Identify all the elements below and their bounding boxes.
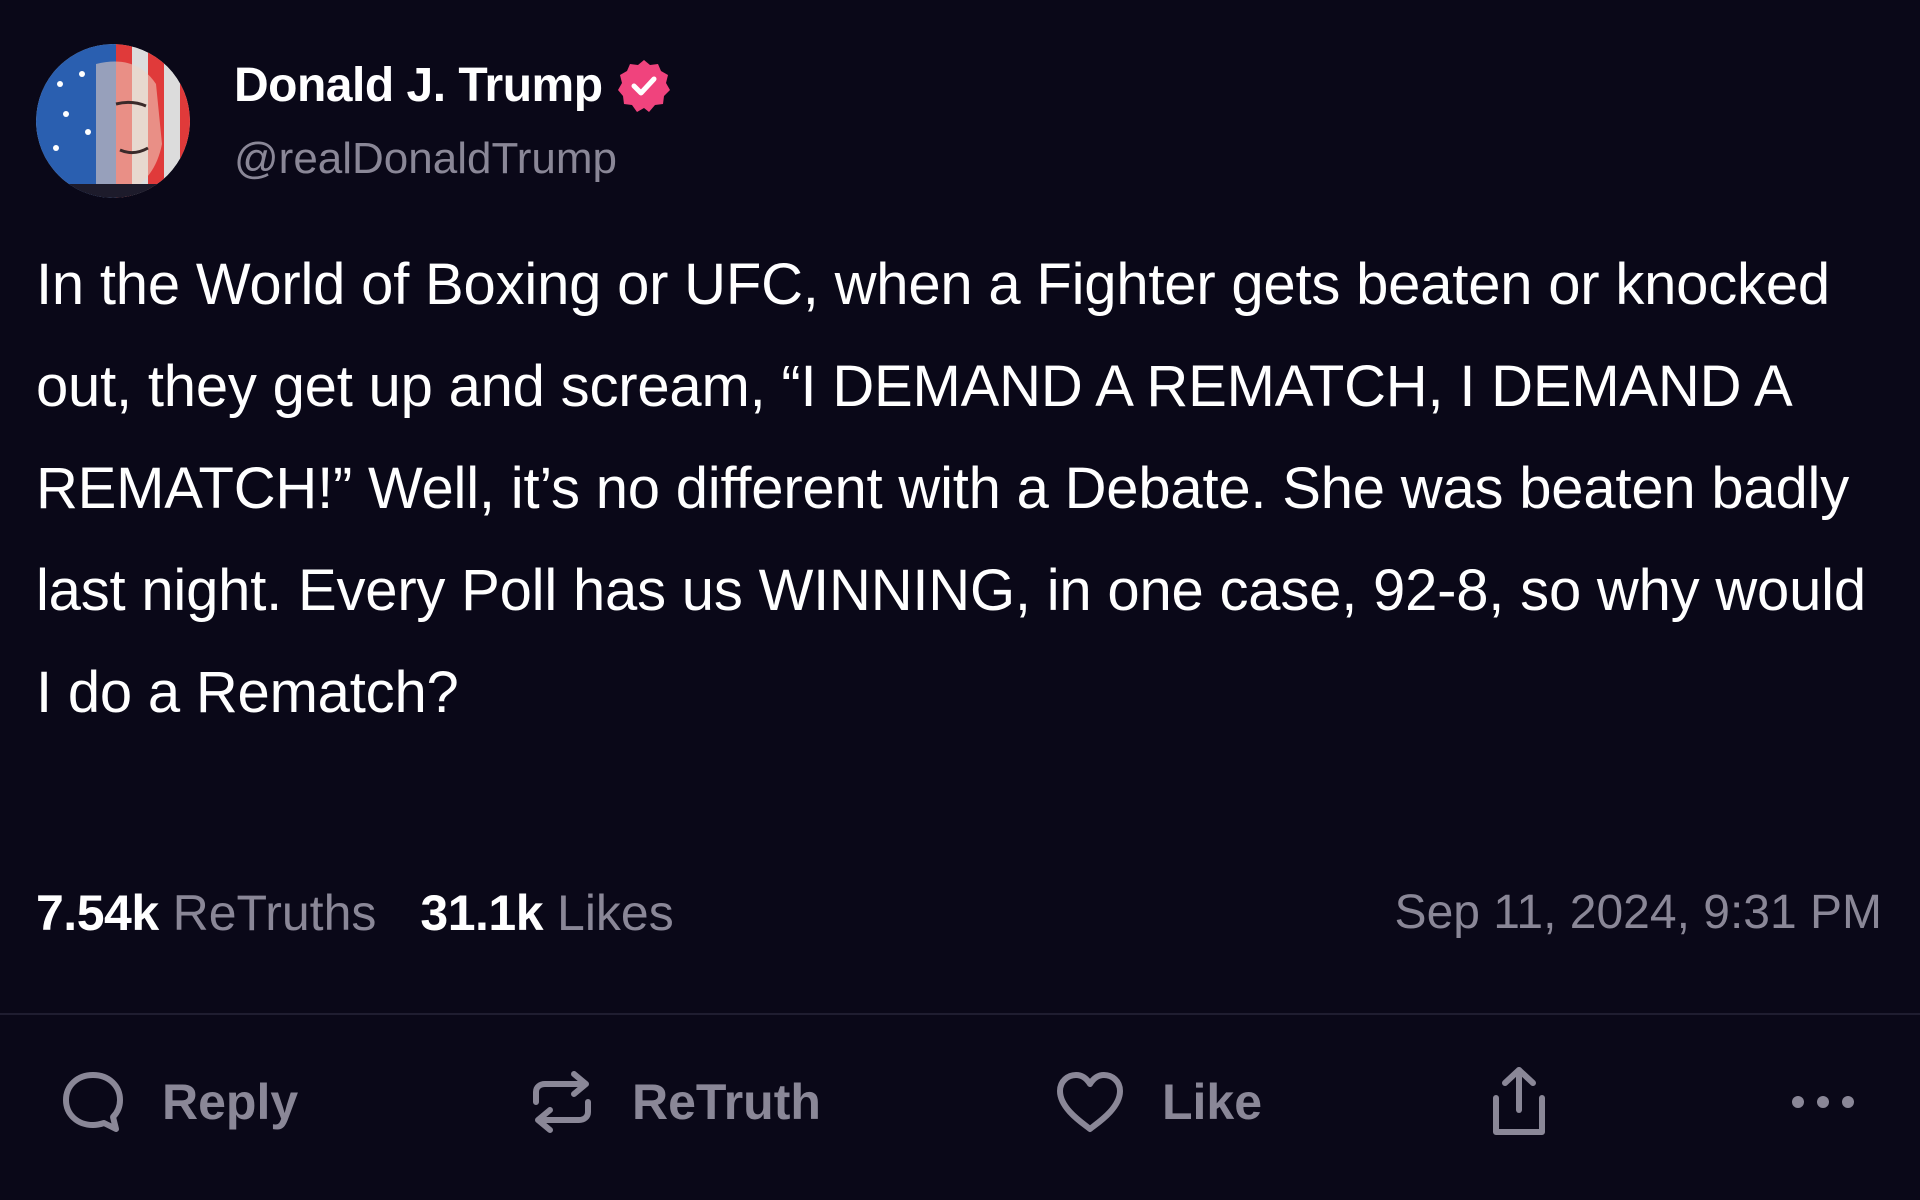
retruths-label: ReTruths xyxy=(172,885,377,941)
retruth-label: ReTruth xyxy=(632,1074,821,1130)
post-timestamp[interactable]: Sep 11, 2024, 9:31 PM xyxy=(1395,878,1882,948)
retruth-button[interactable]: ReTruth xyxy=(526,1050,821,1154)
retruths-stat[interactable]: 7.54k ReTruths xyxy=(36,878,376,948)
post-text: In the World of Boxing or UFC, when a Fi… xyxy=(36,252,1866,725)
ellipsis-icon xyxy=(1788,1092,1858,1112)
retruths-count: 7.54k xyxy=(36,885,159,941)
reply-label: Reply xyxy=(162,1074,299,1130)
heart-icon xyxy=(1052,1067,1128,1137)
post-header: Donald J. Trump @realDonaldTrump xyxy=(36,44,673,198)
likes-count: 31.1k xyxy=(420,885,544,941)
chat-bubble-icon xyxy=(58,1067,128,1137)
repost-arrows-icon xyxy=(526,1066,598,1138)
name-row: Donald J. Trump xyxy=(234,57,673,115)
share-button[interactable] xyxy=(1484,1050,1554,1154)
verified-badge-icon xyxy=(615,57,673,115)
like-label: Like xyxy=(1162,1074,1263,1130)
author-info: Donald J. Trump @realDonaldTrump xyxy=(234,57,673,185)
share-upload-icon xyxy=(1484,1064,1554,1140)
post-stats: 7.54k ReTruths 31.1k Likes xyxy=(36,878,718,948)
divider xyxy=(0,1013,1920,1015)
author-handle[interactable]: @realDonaldTrump xyxy=(234,133,673,185)
truth-post: Donald J. Trump @realDonaldTrump In the … xyxy=(0,0,1920,1200)
reply-button[interactable]: Reply xyxy=(58,1050,298,1154)
likes-stat[interactable]: 31.1k Likes xyxy=(420,878,673,948)
like-button[interactable]: Like xyxy=(1052,1050,1262,1154)
author-display-name[interactable]: Donald J. Trump xyxy=(234,57,603,115)
more-options-button[interactable] xyxy=(1788,1050,1858,1154)
avatar[interactable] xyxy=(36,44,190,198)
action-bar: Reply ReTruth Like xyxy=(0,1050,1920,1154)
likes-label: Likes xyxy=(557,885,674,941)
